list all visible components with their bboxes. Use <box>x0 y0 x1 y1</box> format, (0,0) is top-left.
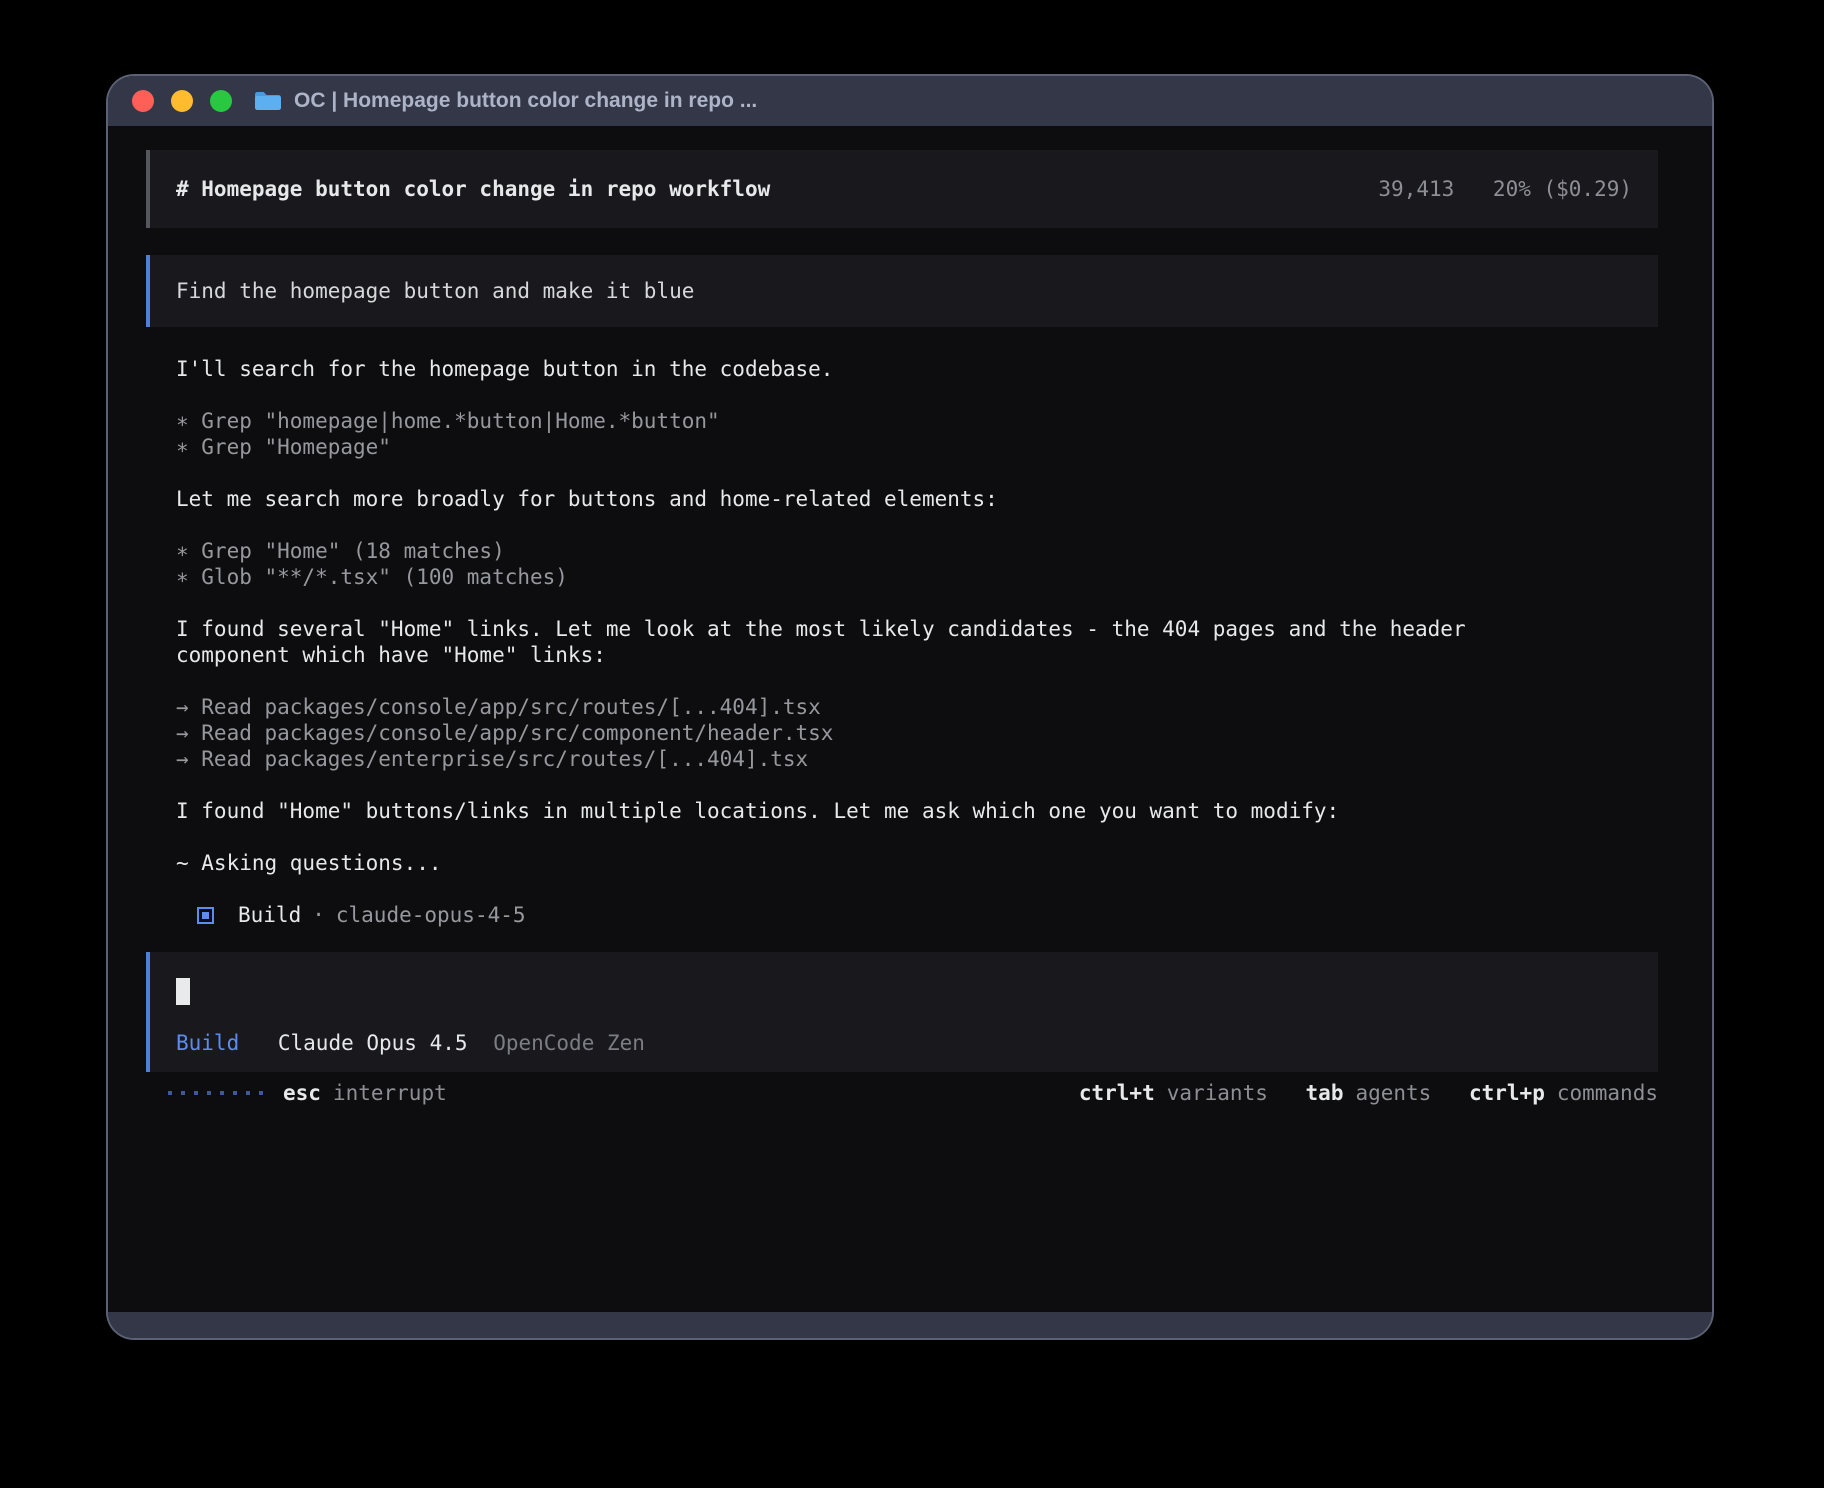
session-header: # Homepage button color change in repo w… <box>146 150 1658 228</box>
tool-call-read: → Read packages/enterprise/src/routes/[.… <box>176 746 1658 772</box>
folder-icon <box>254 90 282 112</box>
text-cursor <box>176 978 190 1005</box>
esc-key-hint: esc <box>283 1081 321 1105</box>
spinner-dot <box>233 1091 237 1095</box>
blank-line <box>176 772 1658 798</box>
tool-call-glob: ∗ Glob "**/*.tsx" (100 matches) <box>176 564 1658 590</box>
prompt-input[interactable]: Build Claude Opus 4.5 OpenCode Zen <box>146 952 1658 1072</box>
agent-icon <box>197 907 214 924</box>
provider-label: OpenCode Zen <box>493 1031 645 1055</box>
tool-call-grep: ∗ Grep "homepage|home.*button|Home.*butt… <box>176 408 1658 434</box>
working-status-text: ~ Asking questions... <box>176 850 1658 876</box>
mode-label: Build <box>176 1031 239 1055</box>
blank-line <box>176 668 1658 694</box>
tool-call-read: → Read packages/console/app/src/componen… <box>176 720 1658 746</box>
shortcut-label: variants <box>1167 1081 1268 1105</box>
agent-badge: Build · claude-opus-4-5 <box>197 902 1658 928</box>
window-title: OC | Homepage button color change in rep… <box>294 89 757 113</box>
blank-line <box>176 512 1658 538</box>
shortcut-label: agents <box>1355 1081 1431 1105</box>
agent-model: claude-opus-4-5 <box>336 903 526 927</box>
titlebar: OC | Homepage button color change in rep… <box>108 76 1712 126</box>
spinner-dot <box>168 1091 172 1095</box>
terminal-window: OC | Homepage button color change in rep… <box>108 76 1712 1338</box>
session-title: # Homepage button color change in repo w… <box>176 177 770 201</box>
assistant-text: I found "Home" buttons/links in multiple… <box>176 798 1658 824</box>
blank-line <box>176 590 1658 616</box>
progress-spinner <box>168 1091 263 1095</box>
status-bar-left: esc interrupt <box>168 1081 447 1105</box>
tool-call-read: → Read packages/console/app/src/routes/[… <box>176 694 1658 720</box>
status-bar: esc interrupt ctrl+t variants tab agents c… <box>146 1080 1658 1106</box>
spinner-dot <box>220 1091 224 1095</box>
shortcut-label: commands <box>1557 1081 1658 1105</box>
traffic-lights <box>132 90 232 112</box>
separator-dot: · <box>312 903 325 927</box>
model-label: Claude Opus 4.5 <box>278 1031 468 1055</box>
terminal-body: # Homepage button color change in repo w… <box>108 126 1712 1338</box>
agent-name: Build <box>238 903 301 927</box>
blank-line <box>176 460 1658 486</box>
tool-call-grep: ∗ Grep "Home" (18 matches) <box>176 538 1658 564</box>
window-footer <box>108 1312 1712 1338</box>
token-count: 39,413 <box>1378 177 1454 201</box>
spinner-dot <box>181 1091 185 1095</box>
spinner-dot <box>246 1091 250 1095</box>
session-stats: 39,413 20% ($0.29) <box>1378 177 1632 201</box>
blank-line <box>176 824 1658 850</box>
user-message: Find the homepage button and make it blu… <box>146 255 1658 327</box>
blank-line <box>176 876 1658 902</box>
blank-line <box>176 382 1658 408</box>
zoom-button[interactable] <box>210 90 232 112</box>
shortcut-commands: ctrl+p commands <box>1469 1081 1658 1105</box>
spinner-dot <box>259 1091 263 1095</box>
assistant-response: I'll search for the homepage button in t… <box>176 356 1658 928</box>
shortcut-key: tab <box>1306 1081 1344 1105</box>
shortcut-key: ctrl+t <box>1079 1081 1155 1105</box>
context-usage: 20% ($0.29) <box>1493 177 1632 201</box>
assistant-text: I'll search for the homepage button in t… <box>176 356 1658 382</box>
close-button[interactable] <box>132 90 154 112</box>
shortcut-variants: ctrl+t variants <box>1079 1081 1268 1105</box>
shortcut-key: ctrl+p <box>1469 1081 1545 1105</box>
session-content: # Homepage button color change in repo w… <box>146 150 1658 1106</box>
minimize-button[interactable] <box>171 90 193 112</box>
assistant-text: I found several "Home" links. Let me loo… <box>176 616 1466 668</box>
spinner-dot <box>207 1091 211 1095</box>
tool-call-grep: ∗ Grep "Homepage" <box>176 434 1658 460</box>
user-message-text: Find the homepage button and make it blu… <box>176 279 694 303</box>
status-bar-right: ctrl+t variants tab agents ctrl+p commands <box>1079 1081 1658 1105</box>
esc-action-label: interrupt <box>333 1081 447 1105</box>
assistant-text: Let me search more broadly for buttons a… <box>176 486 1658 512</box>
shortcut-agents: tab agents <box>1306 1081 1432 1105</box>
input-status-row: Build Claude Opus 4.5 OpenCode Zen <box>176 1030 1658 1056</box>
spinner-dot <box>194 1091 198 1095</box>
